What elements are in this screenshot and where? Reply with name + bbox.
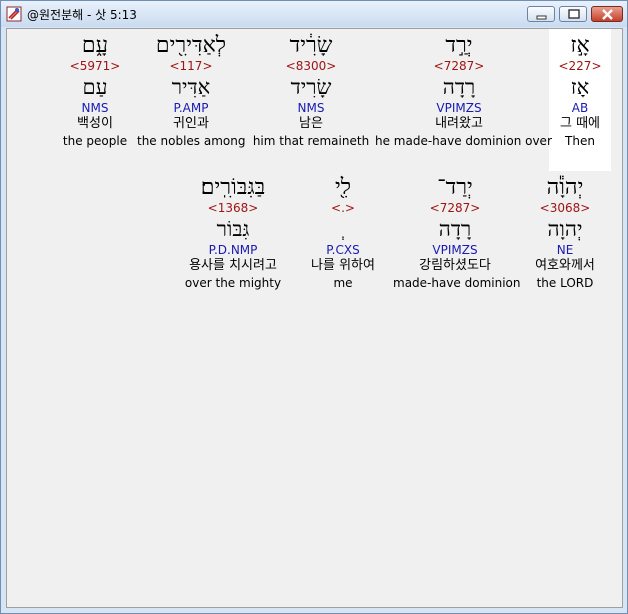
minimize-icon bbox=[536, 15, 547, 20]
hebrew-word: עָ֑ם bbox=[81, 33, 109, 58]
hebrew-word: יְהוָ֕ה bbox=[546, 175, 584, 200]
strong-number[interactable]: <7287> bbox=[393, 201, 517, 215]
hebrew-word: יְרַד־ bbox=[437, 175, 473, 200]
korean-gloss: 여호와께서 bbox=[535, 258, 595, 273]
strong-number[interactable]: <5971> bbox=[59, 59, 131, 73]
english-gloss: him that remaineth bbox=[252, 134, 370, 148]
word-column[interactable]: לְאַדִּירִ֖ים <117> אַדִּיר P.AMP 귀인과 th… bbox=[137, 33, 245, 149]
english-gloss: the people bbox=[62, 134, 128, 148]
hebrew-word: לְאַדִּירִ֖ים bbox=[155, 33, 227, 58]
strong-number[interactable]: <227> bbox=[549, 59, 611, 73]
hebrew-lemma: עַם bbox=[82, 75, 108, 99]
english-gloss: he made-have dominion over bbox=[375, 134, 552, 148]
english-gloss: Then bbox=[565, 134, 595, 148]
strong-number[interactable]: <117> bbox=[137, 59, 245, 73]
strong-number[interactable]: <1368> bbox=[173, 201, 293, 215]
close-button[interactable] bbox=[591, 6, 623, 22]
strong-number[interactable]: <.> bbox=[297, 201, 389, 215]
hebrew-lemma: רָדָה bbox=[438, 217, 472, 241]
interlinear-view: אָ֣ז <227> אָז AB 그 때에 Then יְרַ֣ד <7287… bbox=[6, 28, 623, 608]
hebrew-word: שָׂרִ֔יד bbox=[289, 33, 333, 58]
english-gloss: the nobles among bbox=[137, 134, 246, 148]
morphology-code: P.D.NMP bbox=[208, 243, 258, 257]
hebrew-lemma: רָדָה bbox=[442, 75, 476, 99]
maximize-button[interactable] bbox=[559, 6, 587, 22]
strong-number[interactable]: <3068> bbox=[527, 201, 603, 215]
hebrew-lemma: יְהוָה bbox=[547, 217, 583, 241]
korean-gloss: 용사를 치시려고 bbox=[189, 258, 277, 273]
word-column[interactable]: לִ֖י <.> ְ P.CXS 나를 위하여 me bbox=[297, 175, 389, 291]
word-column[interactable]: עָ֑ם <5971> עַם NMS 백성이 the people bbox=[59, 33, 131, 149]
minimize-button[interactable] bbox=[527, 6, 555, 22]
morphology-code: P.AMP bbox=[173, 101, 209, 115]
morphology-code: NE bbox=[556, 243, 574, 257]
app-icon bbox=[6, 6, 22, 22]
app-window: @원전분해 - 삿 5:13 אָ֣ז <227> אָז AB 그 때에 Th… bbox=[0, 0, 628, 614]
hebrew-lemma: אָז bbox=[570, 75, 590, 99]
title-bar[interactable]: @원전분해 - 삿 5:13 bbox=[1, 1, 627, 27]
korean-gloss: 강림하셨도다 bbox=[419, 258, 491, 273]
hebrew-lemma: אַדִּיר bbox=[171, 75, 211, 99]
morphology-code: AB bbox=[571, 101, 589, 115]
hebrew-word: אָ֣ז bbox=[570, 33, 590, 58]
strong-number[interactable]: <7287> bbox=[375, 59, 543, 73]
hebrew-word: לִ֖י bbox=[334, 175, 352, 200]
morphology-code: P.CXS bbox=[326, 243, 360, 257]
strong-number[interactable]: <8300> bbox=[251, 59, 371, 73]
hebrew-lemma: גִּבּוֹר bbox=[216, 217, 250, 241]
korean-gloss: 나를 위하여 bbox=[311, 258, 375, 273]
morphology-code: VPIMZS bbox=[436, 101, 482, 115]
morphology-code: NMS bbox=[297, 101, 325, 115]
word-column[interactable]: בַּגִּבּוֹרִֽים׃ <1368> גִּבּוֹר P.D.NMP… bbox=[173, 175, 293, 291]
close-icon bbox=[602, 9, 613, 20]
word-column[interactable]: יְרַד־ <7287> רָדָה VPIMZS 강림하셨도다 made-h… bbox=[393, 175, 521, 291]
hebrew-word: יְרַ֣ד bbox=[445, 33, 473, 58]
morphology-code: VPIMZS bbox=[432, 243, 478, 257]
hebrew-lemma: שָׂרִיד bbox=[290, 75, 332, 99]
english-gloss: made-have dominion bbox=[393, 276, 521, 290]
korean-gloss: 백성이 bbox=[77, 116, 113, 131]
word-column[interactable]: שָׂרִ֔יד <8300> שָׂרִיד NMS 남은 him that … bbox=[251, 33, 371, 149]
word-column[interactable]: אָ֣ז <227> אָז AB 그 때에 Then bbox=[549, 33, 611, 149]
english-gloss: over the mighty bbox=[184, 276, 282, 290]
window-title: @원전분해 - 삿 5:13 bbox=[27, 8, 137, 22]
word-column[interactable]: יְרַ֣ד <7287> רָדָה VPIMZS 내려왔고 he made-… bbox=[375, 33, 552, 149]
korean-gloss: 귀인과 bbox=[173, 116, 209, 131]
word-column[interactable]: יְהוָ֕ה <3068> יְהוָה NE 여호와께서 the LORD bbox=[527, 175, 603, 291]
english-gloss: me bbox=[333, 276, 353, 290]
korean-gloss: 내려왔고 bbox=[435, 116, 483, 131]
hebrew-lemma: ְ bbox=[297, 215, 389, 243]
korean-gloss: 남은 bbox=[299, 116, 323, 131]
english-gloss: the LORD bbox=[536, 276, 594, 290]
korean-gloss: 그 때에 bbox=[559, 116, 600, 131]
morphology-code: NMS bbox=[81, 101, 109, 115]
maximize-icon bbox=[568, 9, 580, 19]
hebrew-word: בַּגִּבּוֹרִֽים׃ bbox=[200, 175, 266, 200]
